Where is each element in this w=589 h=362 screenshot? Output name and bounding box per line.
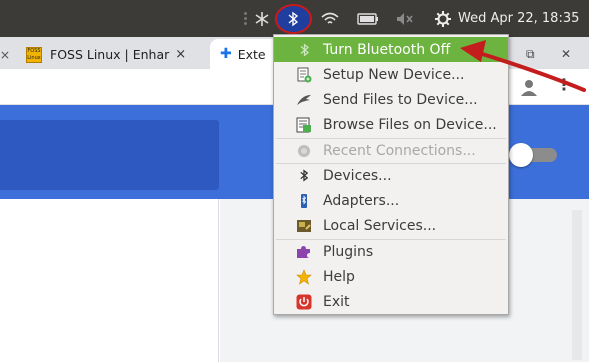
menu-item-plugins[interactable]: Plugins xyxy=(274,239,508,264)
menu-item-label: Exit xyxy=(323,293,350,310)
menu-item-label: Help xyxy=(323,268,355,285)
puzzle-icon: ✚ xyxy=(220,46,232,62)
menu-item-browse-files[interactable]: Browse Files on Device... xyxy=(274,112,508,137)
menu-item-devices[interactable]: Devices... xyxy=(274,163,508,188)
menu-item-label: Plugins xyxy=(323,243,374,260)
menu-item-send-files[interactable]: Send Files to Device... xyxy=(274,87,508,112)
page-scrollbar[interactable] xyxy=(572,210,582,360)
recent-connections-icon xyxy=(294,141,314,161)
search-area[interactable] xyxy=(0,120,219,190)
menu-item-adapters[interactable]: Adapters... xyxy=(274,188,508,213)
tab-close-button[interactable]: × xyxy=(175,47,186,62)
restore-window-button[interactable]: ⧉ xyxy=(526,40,535,68)
top-panel: Wed Apr 22, 18:35 xyxy=(0,0,589,37)
tab-title: Exte xyxy=(237,46,266,62)
bluetooth-icon xyxy=(294,40,314,60)
menu-item-turn-bluetooth-off[interactable]: Turn Bluetooth Off xyxy=(274,37,508,62)
menu-item-help[interactable]: Help xyxy=(274,264,508,289)
browse-files-icon xyxy=(294,115,314,135)
setup-device-icon xyxy=(294,65,314,85)
menu-item-label: Adapters... xyxy=(323,192,400,209)
tab-close-partial[interactable]: × xyxy=(0,40,10,69)
adapter-icon xyxy=(294,191,314,211)
menu-item-label: Devices... xyxy=(323,167,392,184)
send-files-icon xyxy=(294,90,314,110)
volume-muted-icon[interactable] xyxy=(394,0,416,37)
spiral-app-icon[interactable] xyxy=(252,0,272,37)
menu-item-label: Turn Bluetooth Off xyxy=(323,41,451,58)
browser-menu-kebab-icon[interactable]: ⋮ xyxy=(556,75,572,94)
menu-item-setup-new-device[interactable]: Setup New Device... xyxy=(274,62,508,87)
local-services-icon xyxy=(294,216,314,236)
menu-item-local-services[interactable]: Local Services... xyxy=(274,213,508,238)
tab-foss-linux[interactable]: FOSS Linux FOSS Linux | Enhar × xyxy=(12,40,207,69)
menu-item-exit[interactable]: Exit xyxy=(274,289,508,314)
battery-icon[interactable] xyxy=(356,0,380,37)
menu-item-label: Local Services... xyxy=(323,217,437,234)
plugin-icon xyxy=(294,242,314,262)
settings-gear-icon[interactable] xyxy=(433,0,453,37)
panel-handle xyxy=(240,0,250,37)
menu-item-label: Recent Connections... xyxy=(323,142,476,159)
panel-clock[interactable]: Wed Apr 22, 18:35 xyxy=(458,0,589,37)
close-window-button[interactable]: ✕ xyxy=(561,40,571,68)
developer-mode-toggle[interactable] xyxy=(507,143,559,167)
menu-item-label: Setup New Device... xyxy=(323,66,465,83)
sidebar-panel xyxy=(0,199,219,362)
menu-item-label: Browse Files on Device... xyxy=(323,116,497,133)
tab-title: FOSS Linux | Enhar xyxy=(50,47,170,62)
bluetooth-menu: Turn Bluetooth Off Setup New Device... S… xyxy=(273,34,509,315)
toggle-knob xyxy=(509,143,533,167)
foss-linux-favicon: FOSS Linux xyxy=(26,46,42,63)
bluetooth-icon[interactable] xyxy=(282,0,304,37)
tab-extensions[interactable]: ✚ Exte xyxy=(210,39,280,69)
star-icon xyxy=(294,267,314,287)
wifi-icon[interactable] xyxy=(319,0,341,37)
menu-item-label: Send Files to Device... xyxy=(323,91,478,108)
profile-avatar-icon[interactable] xyxy=(519,78,539,96)
menu-item-recent-connections: Recent Connections... xyxy=(274,138,508,163)
power-icon xyxy=(294,292,314,312)
bluetooth-icon xyxy=(294,166,314,186)
